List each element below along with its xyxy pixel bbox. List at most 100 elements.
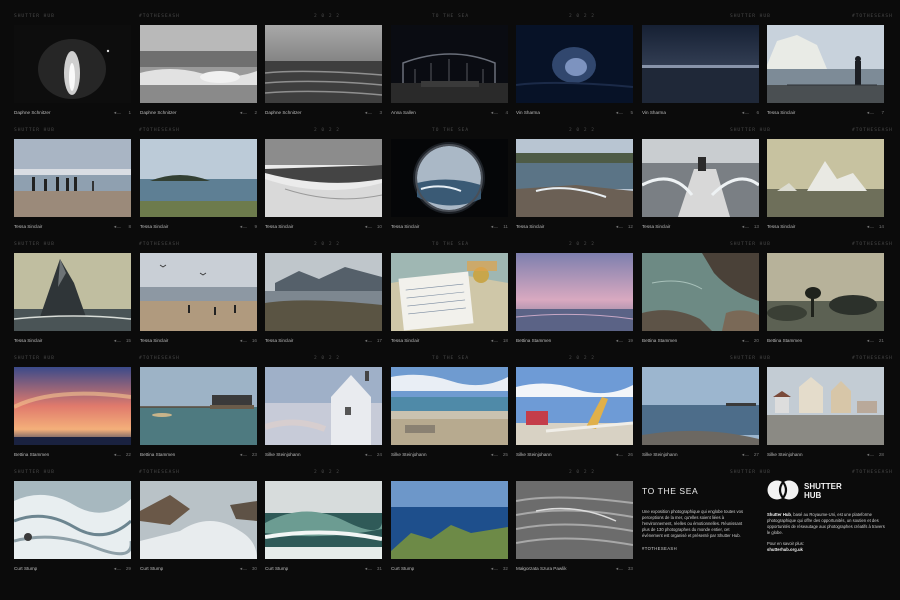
photo-image [14, 253, 131, 331]
photo-thumbnail[interactable] [516, 253, 633, 331]
photographer-name: Silke Steinjohann [391, 452, 427, 457]
ship-icon: ◄— [364, 452, 372, 457]
photo-thumbnail[interactable] [516, 139, 633, 217]
band-label: SHUTTER HUB [730, 14, 771, 19]
photographer-name: Tessa Sinclair [14, 224, 43, 229]
ship-icon: ◄— [490, 566, 498, 571]
photo-number: 6 [756, 110, 759, 115]
photo-number: 31 [376, 566, 382, 571]
photo-image [140, 367, 257, 445]
website-link[interactable]: shutterhub.org.uk [767, 547, 885, 553]
photo-thumbnail[interactable] [14, 253, 131, 331]
photo-thumbnail[interactable] [14, 481, 131, 559]
band-label: 2 0 2 2 [314, 14, 340, 19]
photo-thumbnail[interactable] [14, 25, 131, 103]
brand-wordmark: SHUTTER HUB [804, 482, 842, 500]
ship-icon: ◄— [239, 224, 247, 229]
ship-icon: ◄— [239, 452, 247, 457]
band-label: #TOTHESEASH [852, 470, 893, 475]
band-label: #TOTHESEASH [139, 356, 180, 361]
photo-number: 20 [753, 338, 759, 343]
photo-thumbnail[interactable] [642, 25, 759, 103]
photo-thumbnail[interactable] [140, 367, 257, 445]
photo-thumbnail[interactable] [767, 367, 884, 445]
ship-icon: ◄— [364, 338, 372, 343]
band-label: #TOTHESEASH [852, 356, 893, 361]
band-label: 2 0 2 2 [314, 128, 340, 133]
photographer-name: Daphne Schnitzer [14, 110, 51, 115]
ship-icon: ◄— [113, 338, 121, 343]
photo-thumbnail[interactable] [391, 367, 508, 445]
photo-thumbnail[interactable] [516, 367, 633, 445]
photo-thumbnail[interactable] [391, 139, 508, 217]
photo-thumbnail[interactable] [140, 25, 257, 103]
exhibition-title: TO THE SEA [642, 486, 699, 496]
band-label: 2 0 2 2 [569, 128, 595, 133]
photo-caption: Anna Sallen ◄— 4 [391, 109, 508, 117]
photo-thumbnail[interactable] [767, 139, 884, 217]
photo-image [391, 253, 508, 331]
photo-thumbnail[interactable] [265, 253, 382, 331]
photographer-name: Daphne Schnitzer [265, 110, 302, 115]
photo-caption: Tessa Sinclair ◄— 18 [391, 337, 508, 345]
photo-thumbnail[interactable] [140, 139, 257, 217]
photo-thumbnail[interactable] [642, 367, 759, 445]
photographer-name: Curt Stump [265, 566, 289, 571]
photo-image [642, 367, 759, 445]
more-label: Pour en savoir plus: [767, 541, 805, 546]
band-label: SHUTTER HUB [730, 470, 771, 475]
photo-thumbnail[interactable] [642, 253, 759, 331]
photo-thumbnail[interactable] [391, 253, 508, 331]
photographer-name: Curt Stump [14, 566, 38, 571]
photo-thumbnail[interactable] [642, 139, 759, 217]
ship-icon: ◄— [490, 338, 498, 343]
ship-icon: ◄— [866, 452, 874, 457]
photo-thumbnail[interactable] [391, 481, 508, 559]
photo-number: 7 [881, 110, 884, 115]
brand-line-2: HUB [804, 491, 822, 500]
photo-image [516, 481, 633, 559]
band-label: 2 0 2 2 [569, 242, 595, 247]
photo-thumbnail[interactable] [516, 481, 633, 559]
photo-caption: Curt Stump ◄— 30 [140, 565, 257, 573]
photo-thumbnail[interactable] [391, 25, 508, 103]
band-label: SHUTTER HUB [14, 356, 55, 361]
photo-image [642, 253, 759, 331]
photo-image [14, 139, 131, 217]
photo-caption: Silke Steinjohann ◄— 26 [516, 451, 633, 459]
photo-number: 33 [627, 566, 633, 571]
photo-thumbnail[interactable] [767, 253, 884, 331]
ship-icon: ◄— [239, 338, 247, 343]
photographer-name: Tessa Sinclair [265, 224, 294, 229]
photographer-name: Curt Stump [140, 566, 164, 571]
photo-thumbnail[interactable] [265, 139, 382, 217]
band-label: #TOTHESEASH [139, 470, 180, 475]
band-label: 2 0 2 2 [314, 470, 340, 475]
photo-image [642, 139, 759, 217]
photo-thumbnail[interactable] [14, 139, 131, 217]
photo-thumbnail[interactable] [140, 481, 257, 559]
photo-number: 25 [502, 452, 508, 457]
photo-image [265, 253, 382, 331]
photo-number: 14 [878, 224, 884, 229]
photo-thumbnail[interactable] [140, 253, 257, 331]
photo-thumbnail[interactable] [265, 367, 382, 445]
photo-thumbnail[interactable] [767, 25, 884, 103]
photo-number: 11 [503, 224, 508, 229]
ship-icon: ◄— [866, 110, 874, 115]
photographer-name: Tessa Sinclair [516, 224, 545, 229]
photo-thumbnail[interactable] [265, 481, 382, 559]
photo-image [265, 481, 382, 559]
photo-thumbnail[interactable] [14, 367, 131, 445]
photographer-name: Tessa Sinclair [642, 224, 671, 229]
photo-thumbnail[interactable] [265, 25, 382, 103]
photographer-name: Vin Sharma [516, 110, 540, 115]
photo-thumbnail[interactable] [516, 25, 633, 103]
photo-image [140, 481, 257, 559]
ship-icon: ◄— [113, 566, 121, 571]
band-label: SHUTTER HUB [730, 356, 771, 361]
photo-caption: Curt Stump ◄— 32 [391, 565, 508, 573]
photo-number: 3 [379, 110, 382, 115]
ship-icon: ◄— [866, 338, 874, 343]
photo-caption: Curt Stump ◄— 29 [14, 565, 131, 573]
